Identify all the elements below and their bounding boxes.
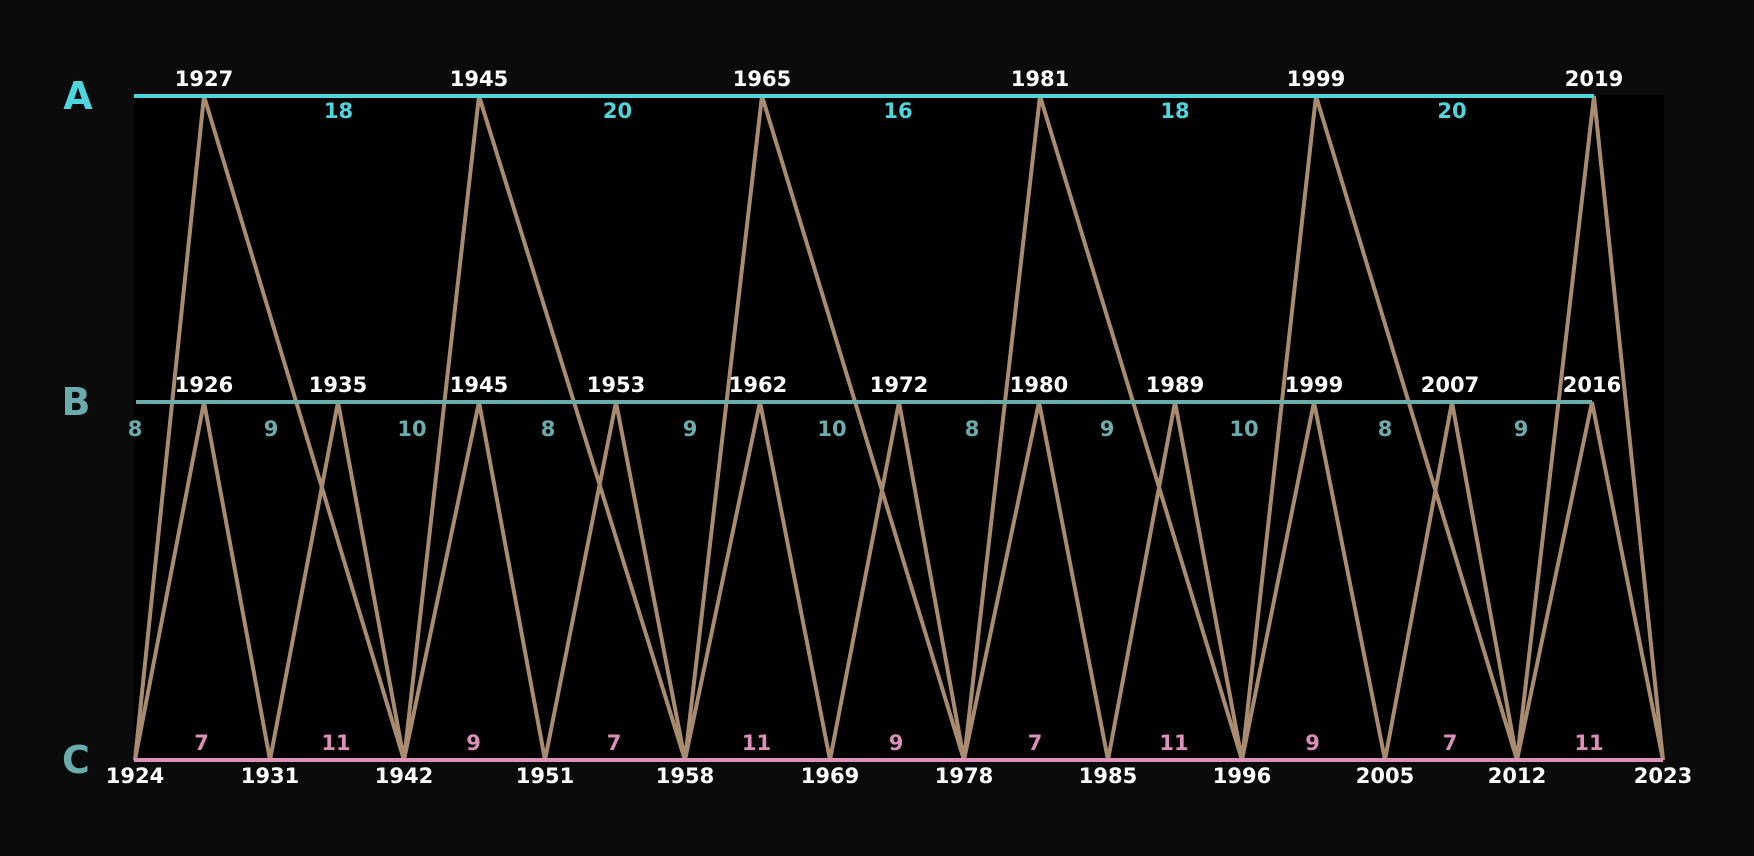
track-b-gap: 9 bbox=[1100, 417, 1115, 441]
track-b-gap: 8 bbox=[541, 417, 556, 441]
track-b-year: 1980 bbox=[1010, 373, 1068, 397]
track-b-gap: 10 bbox=[397, 417, 426, 441]
track-b-year: 1935 bbox=[309, 373, 367, 397]
track-b-gap: 9 bbox=[1514, 417, 1529, 441]
track-a-year: 1945 bbox=[450, 67, 508, 91]
track-b-gap: 8 bbox=[128, 417, 143, 441]
track-b-year: 2007 bbox=[1421, 373, 1479, 397]
track-c-gap: 7 bbox=[194, 731, 209, 755]
track-c-year: 2023 bbox=[1634, 764, 1692, 788]
track-c-year: 1969 bbox=[801, 764, 859, 788]
track-a-gap: 16 bbox=[883, 99, 912, 123]
track-c-gap: 11 bbox=[1574, 731, 1603, 755]
track-c-year: 1931 bbox=[241, 764, 299, 788]
track-c-gap: 9 bbox=[1305, 731, 1320, 755]
track-c-gap: 11 bbox=[321, 731, 350, 755]
track-c-year: 1996 bbox=[1213, 764, 1271, 788]
track-b-year: 1972 bbox=[870, 373, 928, 397]
track-b-year: 1962 bbox=[729, 373, 787, 397]
track-b-gap: 9 bbox=[683, 417, 698, 441]
track-a-label: A bbox=[63, 74, 93, 118]
track-b-year: 1926 bbox=[175, 373, 233, 397]
track-b-gap: 9 bbox=[264, 417, 279, 441]
track-a-year: 1999 bbox=[1287, 67, 1345, 91]
diagram-panel bbox=[134, 95, 1664, 760]
track-c-gap: 7 bbox=[607, 731, 622, 755]
track-c-year: 1985 bbox=[1079, 764, 1137, 788]
track-c-gap: 7 bbox=[1028, 731, 1043, 755]
track-b-year: 2016 bbox=[1563, 373, 1621, 397]
track-c-gap: 11 bbox=[1159, 731, 1188, 755]
timeline-diagram: A B C 1927 1945 1965 1981 1999 2019 1926 1935 1945 1… bbox=[62, 67, 1693, 788]
track-a-year: 1981 bbox=[1011, 67, 1069, 91]
track-c-year: 2012 bbox=[1488, 764, 1546, 788]
track-a-year: 1965 bbox=[733, 67, 791, 91]
track-b-year: 1945 bbox=[450, 373, 508, 397]
track-b-label: B bbox=[62, 380, 91, 424]
track-c-label: C bbox=[62, 738, 90, 782]
track-c-gap: 11 bbox=[742, 731, 771, 755]
track-a-gap: 20 bbox=[603, 99, 632, 123]
track-b-gap: 8 bbox=[965, 417, 980, 441]
track-b-year: 1989 bbox=[1146, 373, 1204, 397]
track-b-year: 1953 bbox=[587, 373, 645, 397]
track-c-year: 2005 bbox=[1356, 764, 1414, 788]
track-c-gap: 9 bbox=[466, 731, 481, 755]
track-c-gap: 7 bbox=[1443, 731, 1458, 755]
track-b-gap: 10 bbox=[817, 417, 846, 441]
track-a-gap: 18 bbox=[324, 99, 353, 123]
track-b-gap: 10 bbox=[1229, 417, 1258, 441]
track-c-year: 1978 bbox=[935, 764, 993, 788]
track-c-year: 1958 bbox=[656, 764, 714, 788]
track-a-year: 1927 bbox=[175, 67, 233, 91]
track-a-year: 2019 bbox=[1565, 67, 1623, 91]
track-b-year: 1999 bbox=[1285, 373, 1343, 397]
track-c-year: 1924 bbox=[106, 764, 164, 788]
track-c-gap: 9 bbox=[889, 731, 904, 755]
track-c-year: 1951 bbox=[516, 764, 574, 788]
track-a-gap: 18 bbox=[1160, 99, 1189, 123]
track-c-year: 1942 bbox=[375, 764, 433, 788]
track-a-gap: 20 bbox=[1437, 99, 1466, 123]
track-b-gap: 8 bbox=[1378, 417, 1393, 441]
